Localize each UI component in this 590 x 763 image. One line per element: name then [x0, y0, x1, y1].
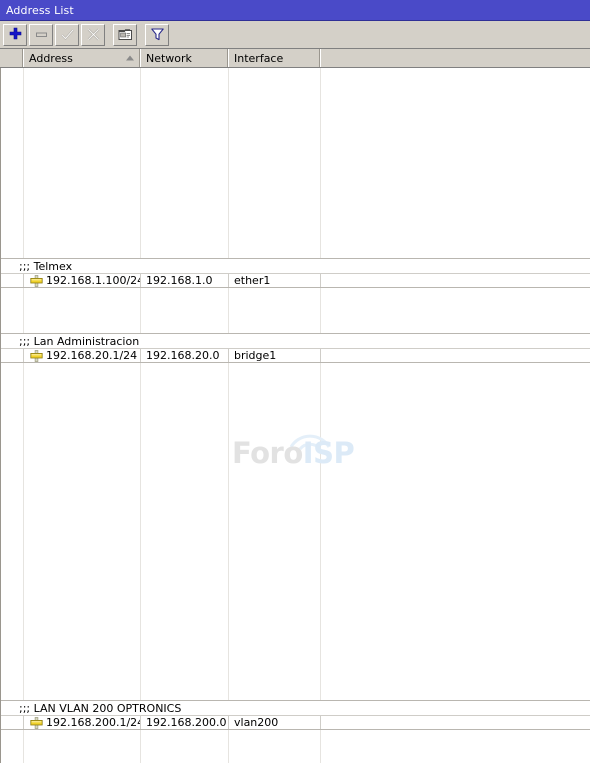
- remove-button[interactable]: [29, 23, 53, 46]
- cell-filler: [321, 274, 590, 287]
- cell-network-text: 192.168.20.0: [146, 349, 220, 362]
- plus-icon: [9, 27, 21, 40]
- address-group: ;;; Lan Administracion 192.168.20.1/24 1…: [1, 333, 590, 363]
- cell-filler: [321, 716, 590, 729]
- row-icon-cell: [1, 349, 24, 362]
- cell-address: 192.168.200.1/24: [24, 716, 141, 729]
- watermark: ForoISP: [232, 428, 362, 470]
- table-column-headers: Address Network Interface: [0, 49, 590, 68]
- cell-filler: [321, 349, 590, 362]
- address-icon: [30, 716, 43, 729]
- cell-interface-text: bridge1: [234, 349, 277, 362]
- filter-button[interactable]: [145, 23, 169, 46]
- comment-row-text: ;;; Lan Administracion: [19, 334, 140, 348]
- comment-row-text: ;;; LAN VLAN 200 OPTRONICS: [19, 701, 182, 715]
- watermark-text: ForoISP: [232, 436, 355, 470]
- comment-row-text: ;;; Telmex: [19, 259, 73, 273]
- cell-address-text: 192.168.200.1/24: [46, 716, 141, 729]
- cell-address-text: 192.168.20.1/24: [46, 349, 138, 362]
- address-list-window: Address List Address Network Interface F…: [0, 0, 590, 763]
- column-header-address[interactable]: Address: [23, 49, 140, 67]
- comment-row[interactable]: ;;; Lan Administracion: [1, 333, 590, 348]
- comment-icon: [118, 28, 132, 40]
- table-row[interactable]: 192.168.20.1/24 192.168.20.0 bridge1: [1, 348, 590, 363]
- cross-icon: [87, 28, 99, 41]
- table-row[interactable]: 192.168.1.100/24 192.168.1.0 ether1: [1, 273, 590, 288]
- address-icon: [30, 274, 43, 287]
- minus-icon: [35, 32, 47, 37]
- disable-button[interactable]: [81, 23, 105, 46]
- column-header-filler[interactable]: [320, 49, 590, 67]
- cell-network: 192.168.20.0: [141, 349, 229, 362]
- cell-interface-text: ether1: [234, 274, 271, 287]
- address-group: ;;; LAN VLAN 200 OPTRONICS 192.168.200.1…: [1, 700, 590, 730]
- watermark-foro: Foro: [232, 436, 303, 470]
- add-button[interactable]: [3, 23, 27, 46]
- column-header-interface-label: Interface: [234, 51, 284, 65]
- cell-interface-text: vlan200: [234, 716, 279, 729]
- toolbar: [0, 21, 590, 49]
- column-header-network[interactable]: Network: [140, 49, 228, 67]
- cell-interface: bridge1: [229, 349, 321, 362]
- column-header-address-label: Address: [29, 51, 73, 65]
- column-guide-lines: [1, 68, 590, 763]
- window-titlebar: Address List: [0, 0, 590, 21]
- cell-network: 192.168.200.0: [141, 716, 229, 729]
- wifi-arc-icon: [289, 434, 331, 450]
- cell-network-text: 192.168.200.0: [146, 716, 227, 729]
- comment-row[interactable]: ;;; Telmex: [1, 258, 590, 273]
- column-header-icon[interactable]: [0, 49, 23, 67]
- cell-address: 192.168.1.100/24: [24, 274, 141, 287]
- column-header-interface[interactable]: Interface: [228, 49, 320, 67]
- watermark-isp: ISP: [302, 436, 355, 470]
- row-icon-cell: [1, 716, 24, 729]
- cell-network: 192.168.1.0: [141, 274, 229, 287]
- row-icon-cell: [1, 274, 24, 287]
- enable-button[interactable]: [55, 23, 79, 46]
- window-title: Address List: [6, 3, 74, 17]
- cell-interface: ether1: [229, 274, 321, 287]
- cell-interface: vlan200: [229, 716, 321, 729]
- sort-ascending-icon: [126, 55, 134, 61]
- comment-row[interactable]: ;;; LAN VLAN 200 OPTRONICS: [1, 700, 590, 715]
- cell-address: 192.168.20.1/24: [24, 349, 141, 362]
- cell-network-text: 192.168.1.0: [146, 274, 213, 287]
- address-icon: [30, 349, 43, 362]
- comment-button[interactable]: [113, 23, 137, 46]
- address-list-body[interactable]: ForoISP ;;; Telmex 192.168.1.100/24 192.…: [0, 68, 590, 763]
- address-group: ;;; Telmex 192.168.1.100/24 192.168.1.0 …: [1, 258, 590, 288]
- column-header-network-label: Network: [146, 51, 192, 65]
- funnel-icon: [150, 28, 164, 41]
- check-icon: [60, 29, 74, 41]
- cell-address-text: 192.168.1.100/24: [46, 274, 141, 287]
- table-row[interactable]: 192.168.200.1/24 192.168.200.0 vlan200: [1, 715, 590, 730]
